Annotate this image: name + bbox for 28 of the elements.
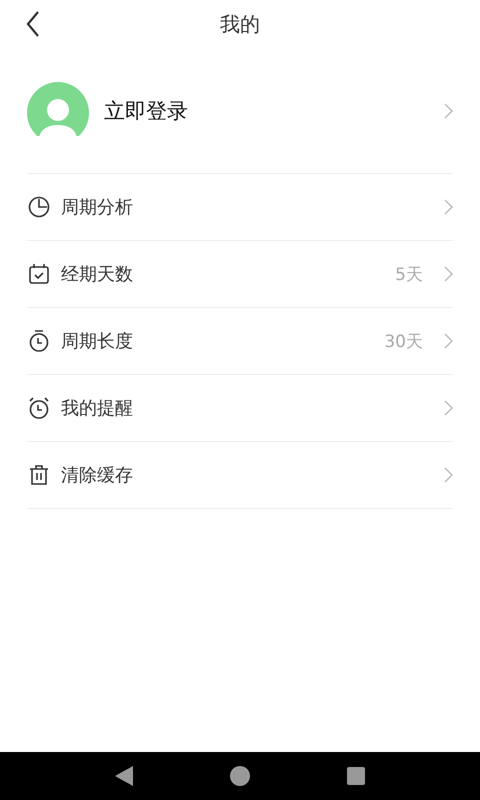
chevron-icon bbox=[443, 333, 453, 349]
menu-item[interactable]: 清除缓存 bbox=[27, 442, 453, 509]
menu-value: 30天 bbox=[384, 330, 423, 352]
menu-label: 我的提醒 bbox=[61, 397, 134, 420]
login-link[interactable]: 立即登录 bbox=[104, 96, 428, 124]
calendar-check-icon bbox=[27, 262, 51, 286]
menu-label: 周期长度 bbox=[61, 330, 134, 353]
menu-item[interactable]: 周期长度 30天 bbox=[27, 308, 453, 375]
recents-nav-icon[interactable] bbox=[346, 766, 366, 786]
menu-label: 经期天数 bbox=[61, 263, 134, 286]
menu-label: 周期分析 bbox=[61, 196, 134, 219]
alarm-clock-icon bbox=[27, 396, 51, 420]
home-nav-icon[interactable] bbox=[229, 765, 251, 787]
menu-item[interactable]: 周期分析 bbox=[27, 174, 453, 241]
trash-icon bbox=[27, 463, 51, 487]
chevron-icon bbox=[443, 102, 453, 118]
back-nav-icon[interactable] bbox=[114, 765, 134, 787]
page-title: 我的 bbox=[220, 10, 260, 38]
chevron-icon bbox=[443, 400, 453, 416]
chevron-icon bbox=[443, 266, 453, 282]
menu-label: 清除缓存 bbox=[61, 464, 134, 487]
timer-icon bbox=[27, 329, 51, 353]
chevron-icon bbox=[443, 467, 453, 483]
chevron-icon bbox=[443, 199, 453, 215]
menu-item[interactable]: 经期天数 5天 bbox=[27, 241, 453, 308]
back-icon[interactable] bbox=[26, 11, 40, 37]
menu-item[interactable]: 我的提醒 bbox=[27, 375, 453, 442]
menu-value: 5天 bbox=[395, 264, 423, 286]
